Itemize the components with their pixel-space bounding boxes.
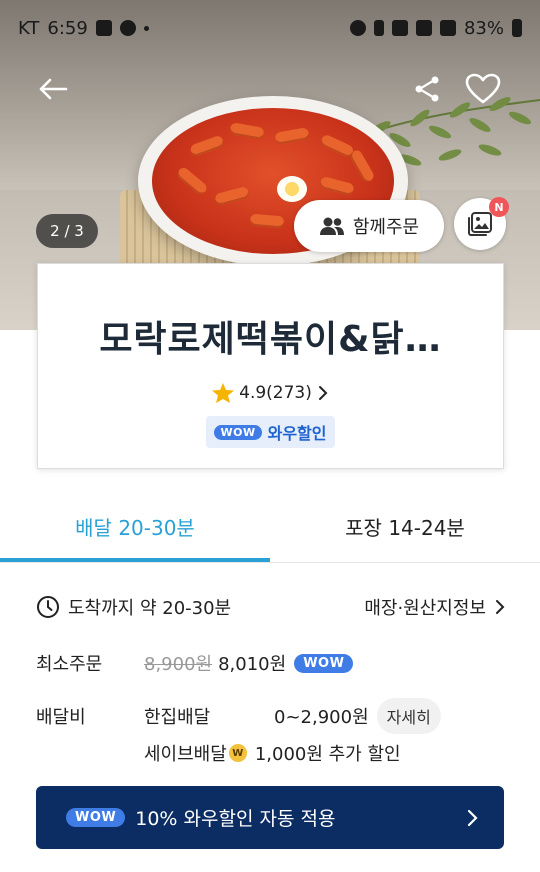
store-origin-info-link[interactable]: 매장·원산지정보 [364, 594, 506, 620]
new-badge: N [489, 197, 509, 217]
group-order-label: 함께주문 [352, 217, 420, 238]
star-icon [212, 383, 235, 403]
arrival-row: 도착까지 약 20-30분 매장·원산지정보 [36, 590, 506, 624]
boiled-egg [277, 176, 307, 202]
status-bar: KT 6:59 83% [0, 0, 540, 56]
more-notifications-icon [143, 25, 149, 31]
delivery-type: 한집배달 [144, 707, 211, 728]
clock-icon [37, 596, 59, 618]
gallery-notification-icon [95, 20, 112, 36]
mute-icon [391, 20, 408, 36]
signal-icon [439, 20, 456, 36]
store-info-label: 매장·원산지정보 [364, 598, 486, 619]
back-button[interactable] [30, 66, 76, 112]
group-people-icon [319, 217, 344, 235]
rating-value: 4.9(273) [239, 383, 312, 403]
store-name: 모락로제떡볶이&닭… [99, 319, 442, 360]
chevron-right-icon [496, 600, 505, 614]
min-order-label: 최소주문 [36, 654, 103, 675]
save-delivery-discount: 1,000원 추가 할인 [254, 744, 401, 765]
wow-discount-chip: WOW 와우할인 [206, 416, 335, 448]
min-order-original-price: 8,900원 [144, 654, 213, 675]
carrier-label: KT [18, 17, 40, 39]
wow-discount-label: 와우할인 [267, 424, 327, 443]
clock-time: 6:59 [47, 17, 88, 39]
fee-detail-button[interactable]: 자세히 [376, 698, 441, 734]
tab-divider [0, 562, 540, 563]
chevron-right-icon [467, 809, 478, 826]
share-button[interactable] [404, 66, 450, 112]
banner-text: 10% 와우할인 자동 적용 [135, 808, 336, 830]
delivery-fee-amount: 0~2,900원 [274, 707, 369, 728]
back-arrow-icon [39, 78, 68, 100]
wow-badge: WOW [66, 808, 126, 827]
delivery-fee-label: 배달비 [36, 707, 86, 728]
min-order-row: 최소주문 8,900원 8,010원 WOW [36, 650, 354, 676]
app-notification-icon [119, 20, 136, 36]
wifi-icon [415, 20, 432, 36]
save-delivery-label: 세이브배달 [144, 744, 227, 765]
heart-icon [465, 73, 501, 104]
chevron-right-icon [318, 386, 328, 400]
arrival-time: 도착까지 약 20-30분 [68, 598, 232, 619]
photo-gallery-icon [468, 212, 492, 236]
delivery-pickup-tabs: 배달 20-30분 포장 14-24분 [0, 488, 540, 564]
battery-icon [512, 19, 522, 37]
wow-badge: WOW [294, 653, 354, 673]
store-info-card: 모락로제떡볶이&닭… 4.9(273) WOW 와우할인 [37, 263, 504, 469]
save-coin-icon: W [228, 744, 247, 762]
favorite-button[interactable] [460, 66, 506, 112]
wow-badge: WOW [214, 424, 262, 440]
bluetooth-icon [373, 20, 384, 36]
delivery-fee-row: 배달비 한집배달 0~2,900원 자세히 [36, 698, 441, 734]
min-order-price: 8,010원 [218, 654, 287, 675]
group-order-button[interactable]: 함께주문 [294, 200, 444, 252]
wow-auto-discount-banner[interactable]: WOW 10% 와우할인 자동 적용 [36, 786, 504, 849]
tab-delivery[interactable]: 배달 20-30분 [0, 488, 270, 564]
alarm-icon [349, 20, 366, 36]
battery-percent: 83% [463, 17, 504, 39]
share-icon [415, 76, 439, 102]
tab-pickup[interactable]: 포장 14-24분 [270, 488, 540, 564]
rating-link[interactable]: 4.9(273) [38, 382, 503, 404]
pager-text: 2 / 3 [50, 222, 84, 240]
image-pager: 2 / 3 [36, 214, 98, 248]
save-delivery-row: 세이브배달 W 1,000원 추가 할인 [144, 740, 401, 766]
